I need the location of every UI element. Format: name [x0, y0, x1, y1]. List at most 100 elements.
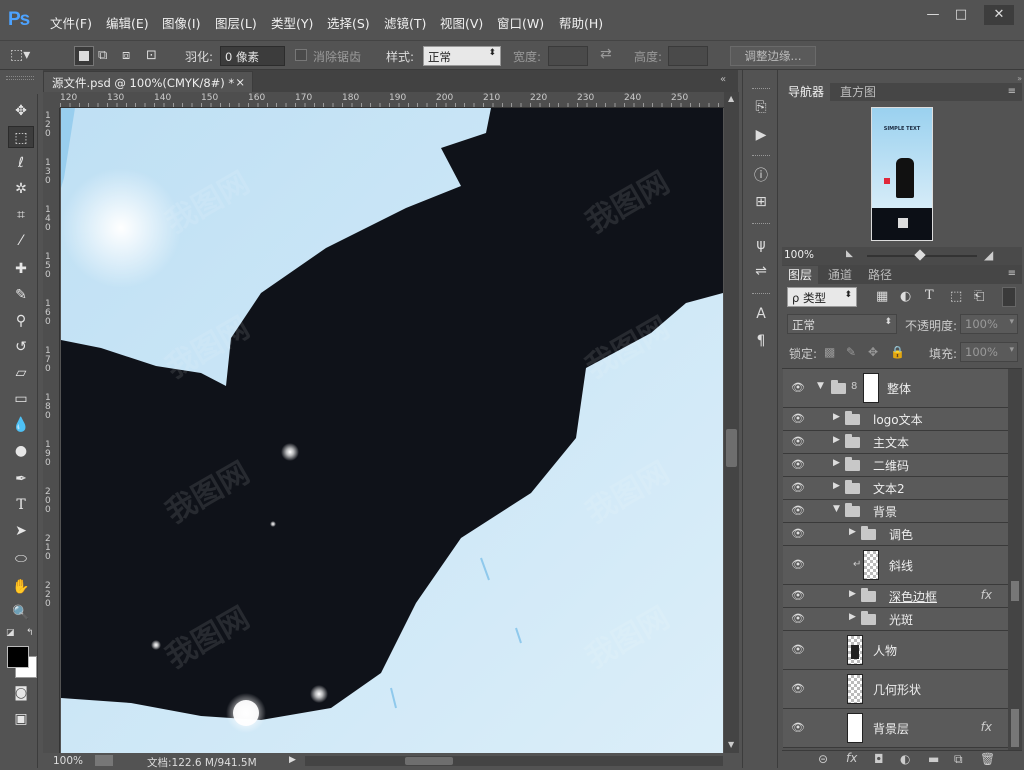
visibility-eye-icon[interactable]: 👁	[791, 459, 805, 471]
layer-row[interactable]: 👁 背景层 fx	[783, 709, 1008, 748]
layer-effects-icon[interactable]: fx	[981, 588, 992, 602]
blend-mode-select[interactable]: 正常 ⬍	[787, 314, 897, 334]
swap-colors-icon[interactable]: ↰	[26, 628, 38, 640]
share-icon[interactable]	[95, 755, 113, 766]
info-icon[interactable]: ⓘ	[752, 167, 770, 185]
brush-presets-icon[interactable]: ψ	[752, 236, 770, 254]
panel-menu-icon[interactable]: ≡	[1008, 268, 1016, 279]
type-tool-icon[interactable]: T	[8, 494, 34, 516]
layer-row[interactable]: 👁 ▶ logo文本	[783, 408, 1008, 431]
menu-edit[interactable]: 编辑(E)	[106, 13, 149, 32]
expand-arrow-icon[interactable]: ▼	[833, 504, 840, 514]
filter-type-icon[interactable]: T	[925, 288, 934, 303]
layer-row[interactable]: 👁 ▶ 文本2	[783, 477, 1008, 500]
expand-arrow-icon[interactable]: ▼	[817, 381, 824, 391]
navigator-preview-area[interactable]: SIMPLE TEXT	[782, 101, 1022, 247]
zoom-tool-icon[interactable]: 🔍	[8, 602, 34, 624]
new-group-icon[interactable]: ▬	[928, 752, 939, 766]
style-select[interactable]: 正常 ⬍	[423, 46, 501, 66]
delete-layer-icon[interactable]: 🗑	[980, 752, 995, 766]
maximize-button[interactable]: □	[948, 5, 974, 25]
menu-window[interactable]: 窗口(W)	[497, 13, 544, 32]
layer-thumbnail[interactable]	[847, 635, 863, 665]
toolbar-grip[interactable]	[6, 76, 34, 80]
new-adjustment-icon[interactable]: ◐	[900, 752, 910, 766]
antialias-checkbox[interactable]	[295, 49, 307, 61]
lock-all-icon[interactable]: 🔒	[890, 345, 905, 359]
layer-thumbnail[interactable]	[847, 713, 863, 743]
crop-tool-icon[interactable]: ⌗	[8, 204, 34, 226]
layer-thumbnail[interactable]	[863, 550, 879, 580]
layer-row[interactable]: 👁 ▼ 背景	[783, 500, 1008, 523]
horizontal-ruler[interactable]: 120 130 140 150 160 170 180 190 200 210 …	[60, 92, 724, 108]
layer-row[interactable]: 👁 ▶ 调色	[783, 523, 1008, 546]
expand-arrow-icon[interactable]: ▶	[833, 458, 840, 468]
clone-stamp-tool-icon[interactable]: ⚲	[8, 310, 34, 332]
layer-row[interactable]: 👁 ▼ 8 整体	[783, 369, 1008, 408]
expand-arrow-icon[interactable]: ▶	[849, 589, 856, 599]
layer-row[interactable]: 👁 ▶ 主文本	[783, 431, 1008, 454]
scroll-thumb[interactable]	[726, 429, 737, 467]
scroll-down-icon[interactable]: ▼	[728, 740, 734, 749]
close-window-button[interactable]: ✕	[984, 5, 1014, 25]
brush-tool-icon[interactable]: ✎	[8, 284, 34, 306]
tab-layers[interactable]: 图层	[782, 266, 819, 284]
character-icon[interactable]: A	[752, 305, 770, 323]
visibility-eye-icon[interactable]: 👁	[791, 590, 805, 602]
layer-row[interactable]: 👁 ↵ 斜线	[783, 546, 1008, 585]
zoom-slider-handle[interactable]	[914, 249, 926, 261]
filter-shape-icon[interactable]: ⬚	[950, 289, 962, 304]
menu-type[interactable]: 类型(Y)	[271, 13, 313, 32]
actions-play-icon[interactable]: ▶	[752, 126, 770, 144]
pen-tool-icon[interactable]: ✒	[8, 468, 34, 490]
marquee-preset-icon[interactable]: ⬚▾	[10, 47, 40, 65]
hand-tool-icon[interactable]: ✋	[8, 576, 34, 598]
add-selection-icon[interactable]: ⧉	[98, 48, 114, 64]
menu-select[interactable]: 选择(S)	[327, 13, 370, 32]
menu-layer[interactable]: 图层(L)	[215, 13, 257, 32]
visibility-eye-icon[interactable]: 👁	[791, 505, 805, 517]
magic-wand-tool-icon[interactable]: ✲	[8, 178, 34, 200]
screen-mode-icon[interactable]: ▣	[8, 708, 34, 730]
foreground-color-swatch[interactable]	[7, 646, 29, 668]
lock-transparent-icon[interactable]: ▩	[824, 345, 835, 359]
link-layers-icon[interactable]: ⊝	[818, 752, 828, 766]
status-menu-arrow-icon[interactable]: ▶	[289, 755, 296, 765]
expand-arrow-icon[interactable]: ▶	[833, 435, 840, 445]
quick-mask-icon[interactable]: ◙	[8, 682, 34, 704]
dock-grip[interactable]	[752, 223, 770, 224]
default-colors-icon[interactable]: ◪	[6, 628, 18, 640]
visibility-eye-icon[interactable]: 👁	[791, 413, 805, 425]
dock-grip[interactable]	[752, 155, 770, 156]
h-scroll-thumb[interactable]	[405, 757, 453, 765]
panel-menu-icon[interactable]: ≡	[1008, 86, 1016, 97]
layer-effects-icon[interactable]: fx	[981, 720, 992, 734]
zoom-out-icon[interactable]: ◣	[846, 249, 853, 259]
horizontal-scrollbar[interactable]	[305, 756, 723, 766]
visibility-eye-icon[interactable]: 👁	[791, 613, 805, 625]
close-tab-icon[interactable]: ×	[235, 75, 245, 89]
tab-channels[interactable]: 通道	[822, 266, 859, 284]
layer-mask-thumbnail[interactable]	[863, 373, 879, 403]
gradient-tool-icon[interactable]: ▭	[8, 388, 34, 410]
visibility-eye-icon[interactable]: 👁	[791, 436, 805, 448]
swap-icon[interactable]: ⇄	[600, 46, 612, 62]
eyedropper-tool-icon[interactable]: ⁄	[8, 230, 34, 252]
layers-scrollbar[interactable]	[1008, 369, 1022, 750]
document-canvas[interactable]: 我图网 我图网 我图网 我图网 我图网 我图网 我图网 我图网	[61, 108, 723, 753]
dock-grip[interactable]	[752, 88, 770, 89]
adjustments-icon[interactable]: ⇌	[752, 262, 770, 280]
ellipse-tool-icon[interactable]: ⬭	[8, 548, 34, 570]
panel-collapse-icon[interactable]: »	[782, 74, 1022, 83]
lock-image-icon[interactable]: ✎	[846, 345, 856, 359]
menu-filter[interactable]: 滤镜(T)	[384, 13, 426, 32]
layers-scroll-thumb-bottom[interactable]	[1011, 709, 1019, 747]
layer-filter-select[interactable]: ρ 类型 ⬍	[787, 287, 857, 307]
opacity-input[interactable]: 100% ▾	[960, 314, 1018, 334]
filter-pixel-icon[interactable]: ▦	[876, 289, 888, 304]
add-mask-icon[interactable]: ◘	[874, 752, 884, 766]
zoom-in-icon[interactable]: ◢	[984, 248, 993, 262]
move-tool-icon[interactable]: ✥	[8, 100, 34, 122]
zoom-level[interactable]: 100%	[53, 755, 83, 767]
layer-thumbnail[interactable]	[847, 674, 863, 704]
